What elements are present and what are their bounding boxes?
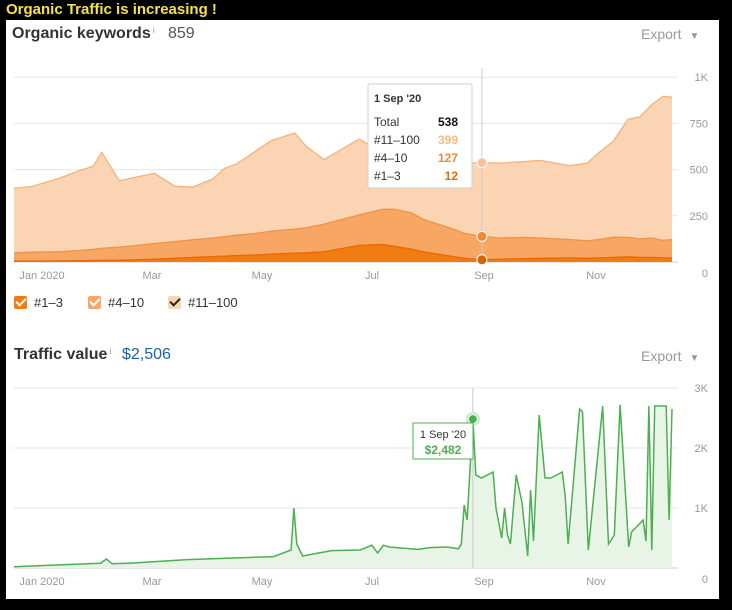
x-tick-label: Jul bbox=[365, 576, 379, 588]
dashboard-panel: Organic keywords i 859 Export ▼ 0 250 500 750… bbox=[6, 20, 719, 599]
page-title: Organic Traffic is increasing ! bbox=[6, 1, 217, 18]
y-tick-label: 3K bbox=[695, 383, 709, 395]
x-tick-label: Nov bbox=[586, 576, 606, 588]
y-tick-label: 1K bbox=[695, 503, 709, 515]
y-tick-label: 0 bbox=[702, 574, 708, 586]
x-tick-label: Jan 2020 bbox=[19, 576, 64, 588]
traffic-tooltip: 1 Sep '20 $2,482 bbox=[412, 422, 474, 460]
x-tick-label: Sep bbox=[474, 576, 494, 588]
x-tick-label: May bbox=[252, 576, 273, 588]
y-tick-label: 2K bbox=[695, 443, 709, 455]
hover-point bbox=[467, 414, 478, 425]
x-tick-label: Mar bbox=[143, 576, 162, 588]
tooltip-date: 1 Sep '20 bbox=[420, 429, 466, 441]
traffic-line-chart: 1K 2K 3K 0 Jan 2020 Mar May Jul Sep Nov 1 Sep '20 $… bbox=[13, 383, 709, 588]
tooltip-value: $2,482 bbox=[425, 443, 462, 457]
